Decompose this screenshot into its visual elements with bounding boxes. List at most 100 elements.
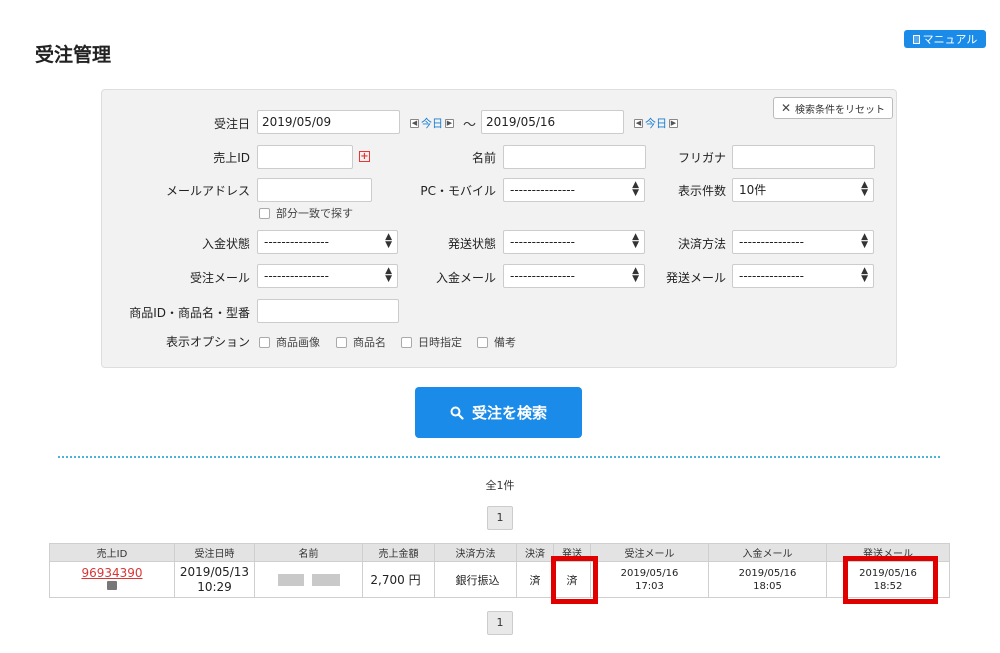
search-orders-label: 受注を検索: [471, 404, 547, 422]
select-arrows-icon: ▲ ▼: [385, 232, 392, 250]
checkbox-box[interactable]: [401, 336, 412, 348]
order-datetime-cell: 2019/05/13 10:29: [174, 561, 255, 598]
today-to-label: 今日: [645, 117, 667, 130]
page-button-top[interactable]: 1: [487, 506, 513, 530]
order-mail-time: 17:03: [635, 580, 664, 592]
display-count-select[interactable]: 10件 ▲ ▼: [732, 178, 874, 202]
select-arrows-icon: ▲ ▼: [861, 266, 868, 284]
next-day-icon[interactable]: ▶: [445, 118, 454, 128]
search-orders-button[interactable]: 受注を検索: [415, 387, 582, 438]
sales-id-input[interactable]: [257, 145, 353, 169]
select-arrows-icon: ▲ ▼: [632, 266, 639, 284]
table-row: 96934390 2019/05/13 10:29 2,700 円 銀行振込 済…: [49, 561, 950, 598]
device-select-value: ---------------: [510, 183, 575, 197]
reset-search-button[interactable]: ✕ 検索条件をリセット: [773, 97, 893, 119]
partial-match-checkbox[interactable]: 部分一致で探す: [259, 205, 353, 221]
payment-mail-value: ---------------: [510, 269, 575, 283]
payment-method-select[interactable]: --------------- ▲ ▼: [732, 230, 874, 254]
shipping-status-label: 発送状態: [447, 237, 496, 251]
payment-method-cell: 銀行振込: [434, 561, 517, 598]
payment-method-value: ---------------: [739, 235, 804, 249]
order-time: 10:29: [197, 579, 232, 594]
customer-name-cell: [254, 561, 363, 598]
shipping-status-select[interactable]: --------------- ▲ ▼: [503, 230, 645, 254]
column-header: 売上ID: [49, 543, 175, 562]
results-table: 売上ID 受注日時 名前 売上金額 決済方法 決済 発送 受注メール 入金メール…: [49, 543, 950, 598]
payment-mail-label: 入金メール: [435, 271, 496, 285]
shipping-status-value: ---------------: [510, 235, 575, 249]
name-label: 名前: [471, 151, 496, 165]
highlight-box-shipping: [551, 556, 598, 604]
payment-mail-cell: 2019/05/16 18:05: [708, 561, 827, 598]
prev-day-icon[interactable]: ◀: [410, 118, 419, 128]
highlight-box-shipping-mail: [843, 556, 938, 604]
option-product-name-checkbox[interactable]: 商品名: [336, 334, 386, 350]
column-header: 受注日時: [174, 543, 255, 562]
sales-id-link[interactable]: 96934390: [50, 566, 174, 580]
date-to-input[interactable]: 2019/05/16: [481, 110, 624, 134]
amount-cell: 2,700 円: [362, 561, 435, 598]
redacted-name: [311, 574, 340, 586]
select-arrows-icon: ▲ ▼: [632, 232, 639, 250]
payment-status-value: ---------------: [264, 235, 329, 249]
option-notes-checkbox[interactable]: 備考: [477, 334, 516, 350]
product-input[interactable]: [257, 299, 399, 323]
page-button-bottom[interactable]: 1: [487, 611, 513, 635]
sales-id-cell: 96934390: [49, 561, 175, 598]
payment-status-label: 入金状態: [201, 237, 250, 251]
date-range-separator: 〜: [463, 118, 477, 133]
select-arrows-icon: ▲ ▼: [632, 180, 639, 198]
payment-mail-select[interactable]: --------------- ▲ ▼: [503, 264, 645, 288]
order-mail-select[interactable]: --------------- ▲ ▼: [257, 264, 398, 288]
next-day-icon[interactable]: ▶: [669, 118, 678, 128]
payment-mail-date: 2019/05/16: [738, 567, 797, 579]
column-header: 売上金額: [362, 543, 435, 562]
shipping-mail-select[interactable]: --------------- ▲ ▼: [732, 264, 874, 288]
checkbox-box[interactable]: [477, 336, 488, 348]
furigana-input[interactable]: [732, 145, 875, 169]
today-from-link[interactable]: ◀ 今日 ▶: [410, 115, 454, 131]
select-arrows-icon: ▲ ▼: [385, 266, 392, 284]
order-date-label: 受注日: [213, 117, 250, 131]
order-mail-date: 2019/05/16: [620, 567, 679, 579]
option-product-image-checkbox[interactable]: 商品画像: [259, 334, 320, 350]
option-label: 日時指定: [418, 336, 462, 349]
payment-status-select[interactable]: --------------- ▲ ▼: [257, 230, 398, 254]
date-from-input[interactable]: 2019/05/09: [257, 110, 400, 134]
checkbox-box[interactable]: [259, 207, 270, 219]
name-input[interactable]: [503, 145, 646, 169]
device-select[interactable]: --------------- ▲ ▼: [503, 178, 645, 202]
column-header: 名前: [254, 543, 363, 562]
checkbox-box[interactable]: [259, 336, 270, 348]
payment-method-label: 決済方法: [677, 237, 726, 251]
search-panel: ✕ 検索条件をリセット 受注日 2019/05/09 ◀ 今日 ▶ 〜 2019…: [101, 89, 897, 368]
result-count: 全1件: [485, 479, 515, 492]
display-count-label: 表示件数: [677, 184, 726, 198]
furigana-label: フリガナ: [677, 151, 726, 165]
column-header: 決済方法: [434, 543, 517, 562]
option-label: 商品画像: [276, 336, 320, 349]
email-input[interactable]: [257, 178, 372, 202]
order-mail-cell: 2019/05/16 17:03: [590, 561, 709, 598]
prev-day-icon[interactable]: ◀: [634, 118, 643, 128]
partial-match-label: 部分一致で探す: [276, 207, 353, 220]
sales-id-label: 売上ID: [213, 151, 250, 165]
select-arrows-icon: ▲ ▼: [861, 232, 868, 250]
memo-icon[interactable]: [107, 581, 117, 590]
email-label: メールアドレス: [165, 184, 250, 198]
checkbox-box[interactable]: [336, 336, 347, 348]
section-divider: [58, 456, 940, 458]
column-header: 入金メール: [708, 543, 827, 562]
product-label: 商品ID・商品名・型番: [129, 306, 250, 320]
document-icon: [912, 34, 920, 44]
search-icon: [450, 406, 464, 420]
today-to-link[interactable]: ◀ 今日 ▶: [634, 115, 678, 131]
option-label: 備考: [494, 336, 516, 349]
shipping-mail-value: ---------------: [739, 269, 804, 283]
column-header: 受注メール: [590, 543, 709, 562]
order-mail-value: ---------------: [264, 269, 329, 283]
order-date: 2019/05/13: [179, 564, 250, 579]
option-datetime-checkbox[interactable]: 日時指定: [401, 334, 462, 350]
plus-icon[interactable]: +: [359, 151, 370, 162]
manual-button[interactable]: マニュアル: [904, 30, 986, 48]
